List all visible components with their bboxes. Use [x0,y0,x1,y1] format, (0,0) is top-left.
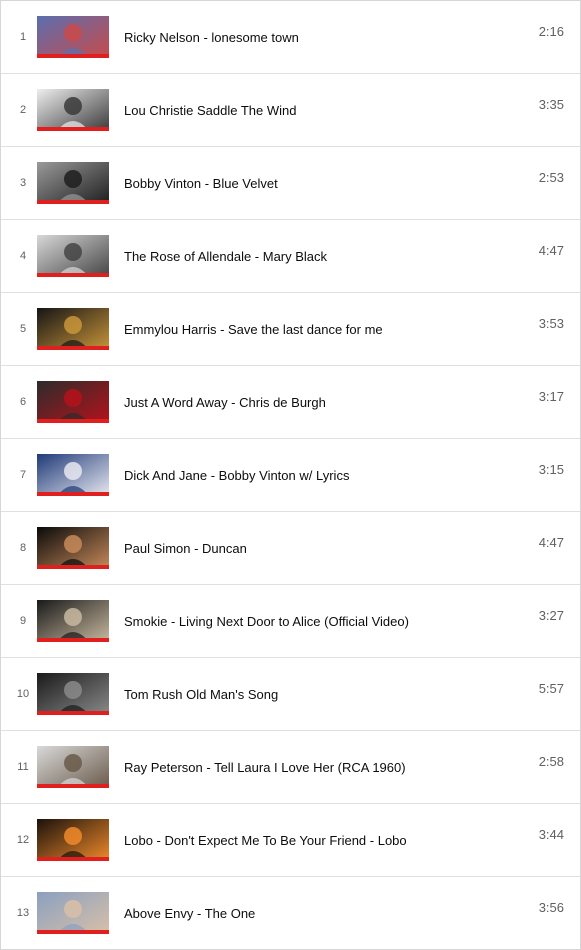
portrait-thumbnail[interactable] [37,16,109,58]
item-title[interactable]: Lou Christie Saddle The Wind [124,74,490,146]
item-duration: 4:47 [538,535,564,550]
playlist-item[interactable]: 4 The Rose of Allendale - Mary Black 4:47 [1,220,580,293]
item-duration: 3:17 [538,389,564,404]
watched-progress-bar [37,346,109,350]
playlist-item[interactable]: 5 Emmylou Harris - Save the last dance fo… [1,293,580,366]
portrait-thumbnail[interactable] [37,746,109,788]
item-title[interactable]: Bobby Vinton - Blue Velvet [124,147,490,219]
item-index: 7 [19,469,27,481]
thumbnail-art [37,892,109,934]
playlist-item[interactable]: 3 Bobby Vinton - Blue Velvet 2:53 [1,147,580,220]
rose-thumbnail[interactable] [37,381,109,423]
thumbnail-art [37,527,109,569]
album-cover-thumbnail[interactable] [37,235,109,277]
watched-progress-bar [37,273,109,277]
item-duration: 3:56 [538,900,564,915]
item-index: 3 [19,177,27,189]
playlist-item[interactable]: 10 Tom Rush Old Man's Song 5:57 [1,658,580,731]
playlist-item[interactable]: 13 Above Envy - The One 3:56 [1,877,580,949]
item-title[interactable]: Paul Simon - Duncan [124,512,490,584]
thumbnail-art [37,308,109,350]
thumbnail-art [37,819,109,861]
watched-progress-bar [37,127,109,131]
item-index: 4 [19,250,27,262]
item-duration: 3:27 [538,608,564,623]
item-title[interactable]: Ray Peterson - Tell Laura I Love Her (RC… [124,731,490,803]
item-duration: 2:58 [538,754,564,769]
thumbnail-art [37,746,109,788]
item-index: 11 [17,761,29,773]
watched-progress-bar [37,784,109,788]
thumbnail-art [37,16,109,58]
item-duration: 2:16 [538,24,564,39]
item-title[interactable]: The Rose of Allendale - Mary Black [124,220,490,292]
watched-progress-bar [37,492,109,496]
watched-progress-bar [37,54,109,58]
item-index: 1 [19,31,27,43]
portrait-thumbnail[interactable] [37,89,109,131]
thumbnail-art [37,162,109,204]
sunset-thumbnail[interactable] [37,454,109,496]
item-index: 10 [16,688,30,700]
item-duration: 3:15 [538,462,564,477]
item-duration: 4:47 [538,243,564,258]
playlist: 1 Ricky Nelson - lonesome town 2:16 2 Lou Ch… [0,0,581,950]
watched-progress-bar [37,200,109,204]
item-title[interactable]: Tom Rush Old Man's Song [124,658,490,730]
thumbnail-art [37,89,109,131]
playlist-item[interactable]: 9 Smokie - Living Next Door to Alice (Off… [1,585,580,658]
item-title[interactable]: Ricky Nelson - lonesome town [124,1,490,73]
item-title[interactable]: Smokie - Living Next Door to Alice (Offi… [124,585,490,657]
portrait-thumbnail[interactable] [37,527,109,569]
portrait-thumbnail[interactable] [37,308,109,350]
thumbnail-art [37,235,109,277]
item-index: 12 [16,834,30,846]
thumbnail-art [37,454,109,496]
portrait-thumbnail[interactable] [37,162,109,204]
item-duration: 2:53 [538,170,564,185]
portrait-thumbnail[interactable] [37,673,109,715]
watched-progress-bar [37,638,109,642]
item-duration: 5:57 [538,681,564,696]
item-index: 13 [16,907,30,919]
item-index: 8 [19,542,27,554]
playlist-item[interactable]: 2 Lou Christie Saddle The Wind 3:35 [1,74,580,147]
item-index: 5 [19,323,27,335]
item-duration: 3:44 [538,827,564,842]
playlist-item[interactable]: 7 Dick And Jane - Bobby Vinton w/ Lyrics 3… [1,439,580,512]
playlist-item[interactable]: 6 Just A Word Away - Chris de Burgh 3:17 [1,366,580,439]
watched-progress-bar [37,930,109,934]
item-title[interactable]: Dick And Jane - Bobby Vinton w/ Lyrics [124,439,490,511]
item-duration: 3:35 [538,97,564,112]
item-title[interactable]: Lobo - Don't Expect Me To Be Your Friend… [124,804,490,876]
watched-progress-bar [37,565,109,569]
item-duration: 3:53 [538,316,564,331]
item-title[interactable]: Just A Word Away - Chris de Burgh [124,366,490,438]
playlist-item[interactable]: 12 Lobo - Don't Expect Me To Be Your Frie… [1,804,580,877]
watched-progress-bar [37,711,109,715]
sunset-thumbnail[interactable] [37,819,109,861]
watched-progress-bar [37,419,109,423]
playlist-item[interactable]: 1 Ricky Nelson - lonesome town 2:16 [1,1,580,74]
portrait-thumbnail[interactable] [37,892,109,934]
item-index: 6 [19,396,27,408]
thumbnail-art [37,673,109,715]
playlist-item[interactable]: 11 Ray Peterson - Tell Laura I Love Her (… [1,731,580,804]
item-index: 9 [19,615,27,627]
item-index: 2 [19,104,27,116]
thumbnail-art [37,381,109,423]
thumbnail-art [37,600,109,642]
playlist-item[interactable]: 8 Paul Simon - Duncan 4:47 [1,512,580,585]
portrait-thumbnail[interactable] [37,600,109,642]
item-title[interactable]: Above Envy - The One [124,877,490,949]
item-title[interactable]: Emmylou Harris - Save the last dance for… [124,293,490,365]
watched-progress-bar [37,857,109,861]
